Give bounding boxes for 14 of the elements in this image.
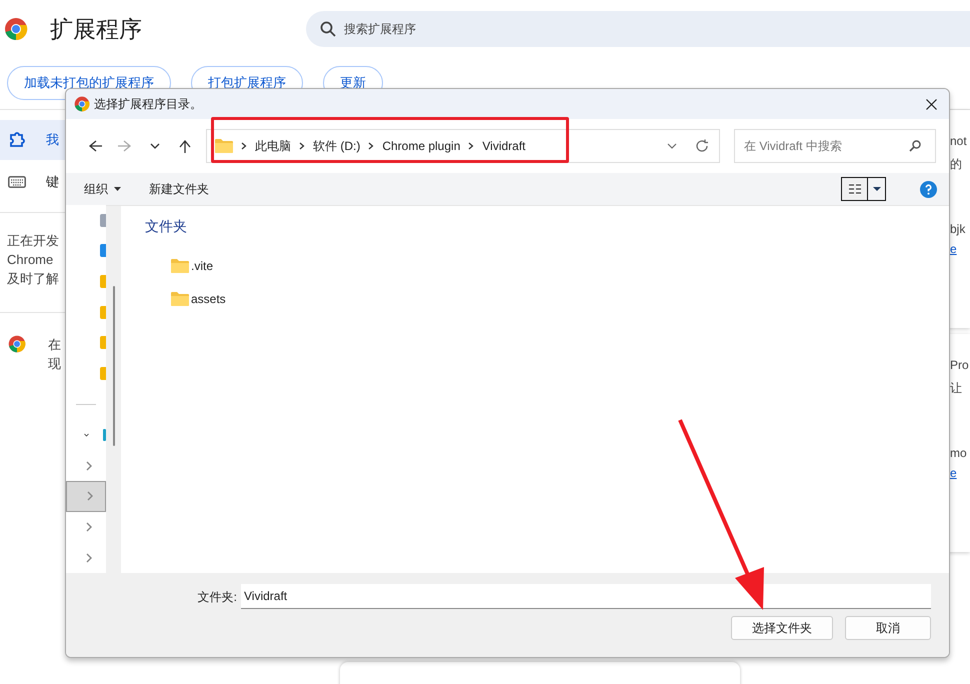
notice-text: 正在开发 — [7, 232, 59, 250]
card-text: bjk — [950, 221, 966, 238]
card-text: not — [950, 133, 967, 150]
field-label: 文件夹: — [198, 588, 237, 606]
card-text: 让 — [950, 380, 962, 397]
group-header: 文件夹 — [145, 217, 188, 236]
notice-text: 及时了解 — [7, 270, 59, 288]
promo-text: 在 — [48, 336, 61, 354]
promo-text: 现 — [48, 355, 61, 373]
card-text: Pro — [950, 357, 969, 374]
card-text: mo — [950, 445, 967, 462]
notice-text: Chrome — [7, 251, 54, 269]
card-text: 的 — [950, 156, 962, 173]
page-title: 扩展程序 — [50, 14, 143, 44]
